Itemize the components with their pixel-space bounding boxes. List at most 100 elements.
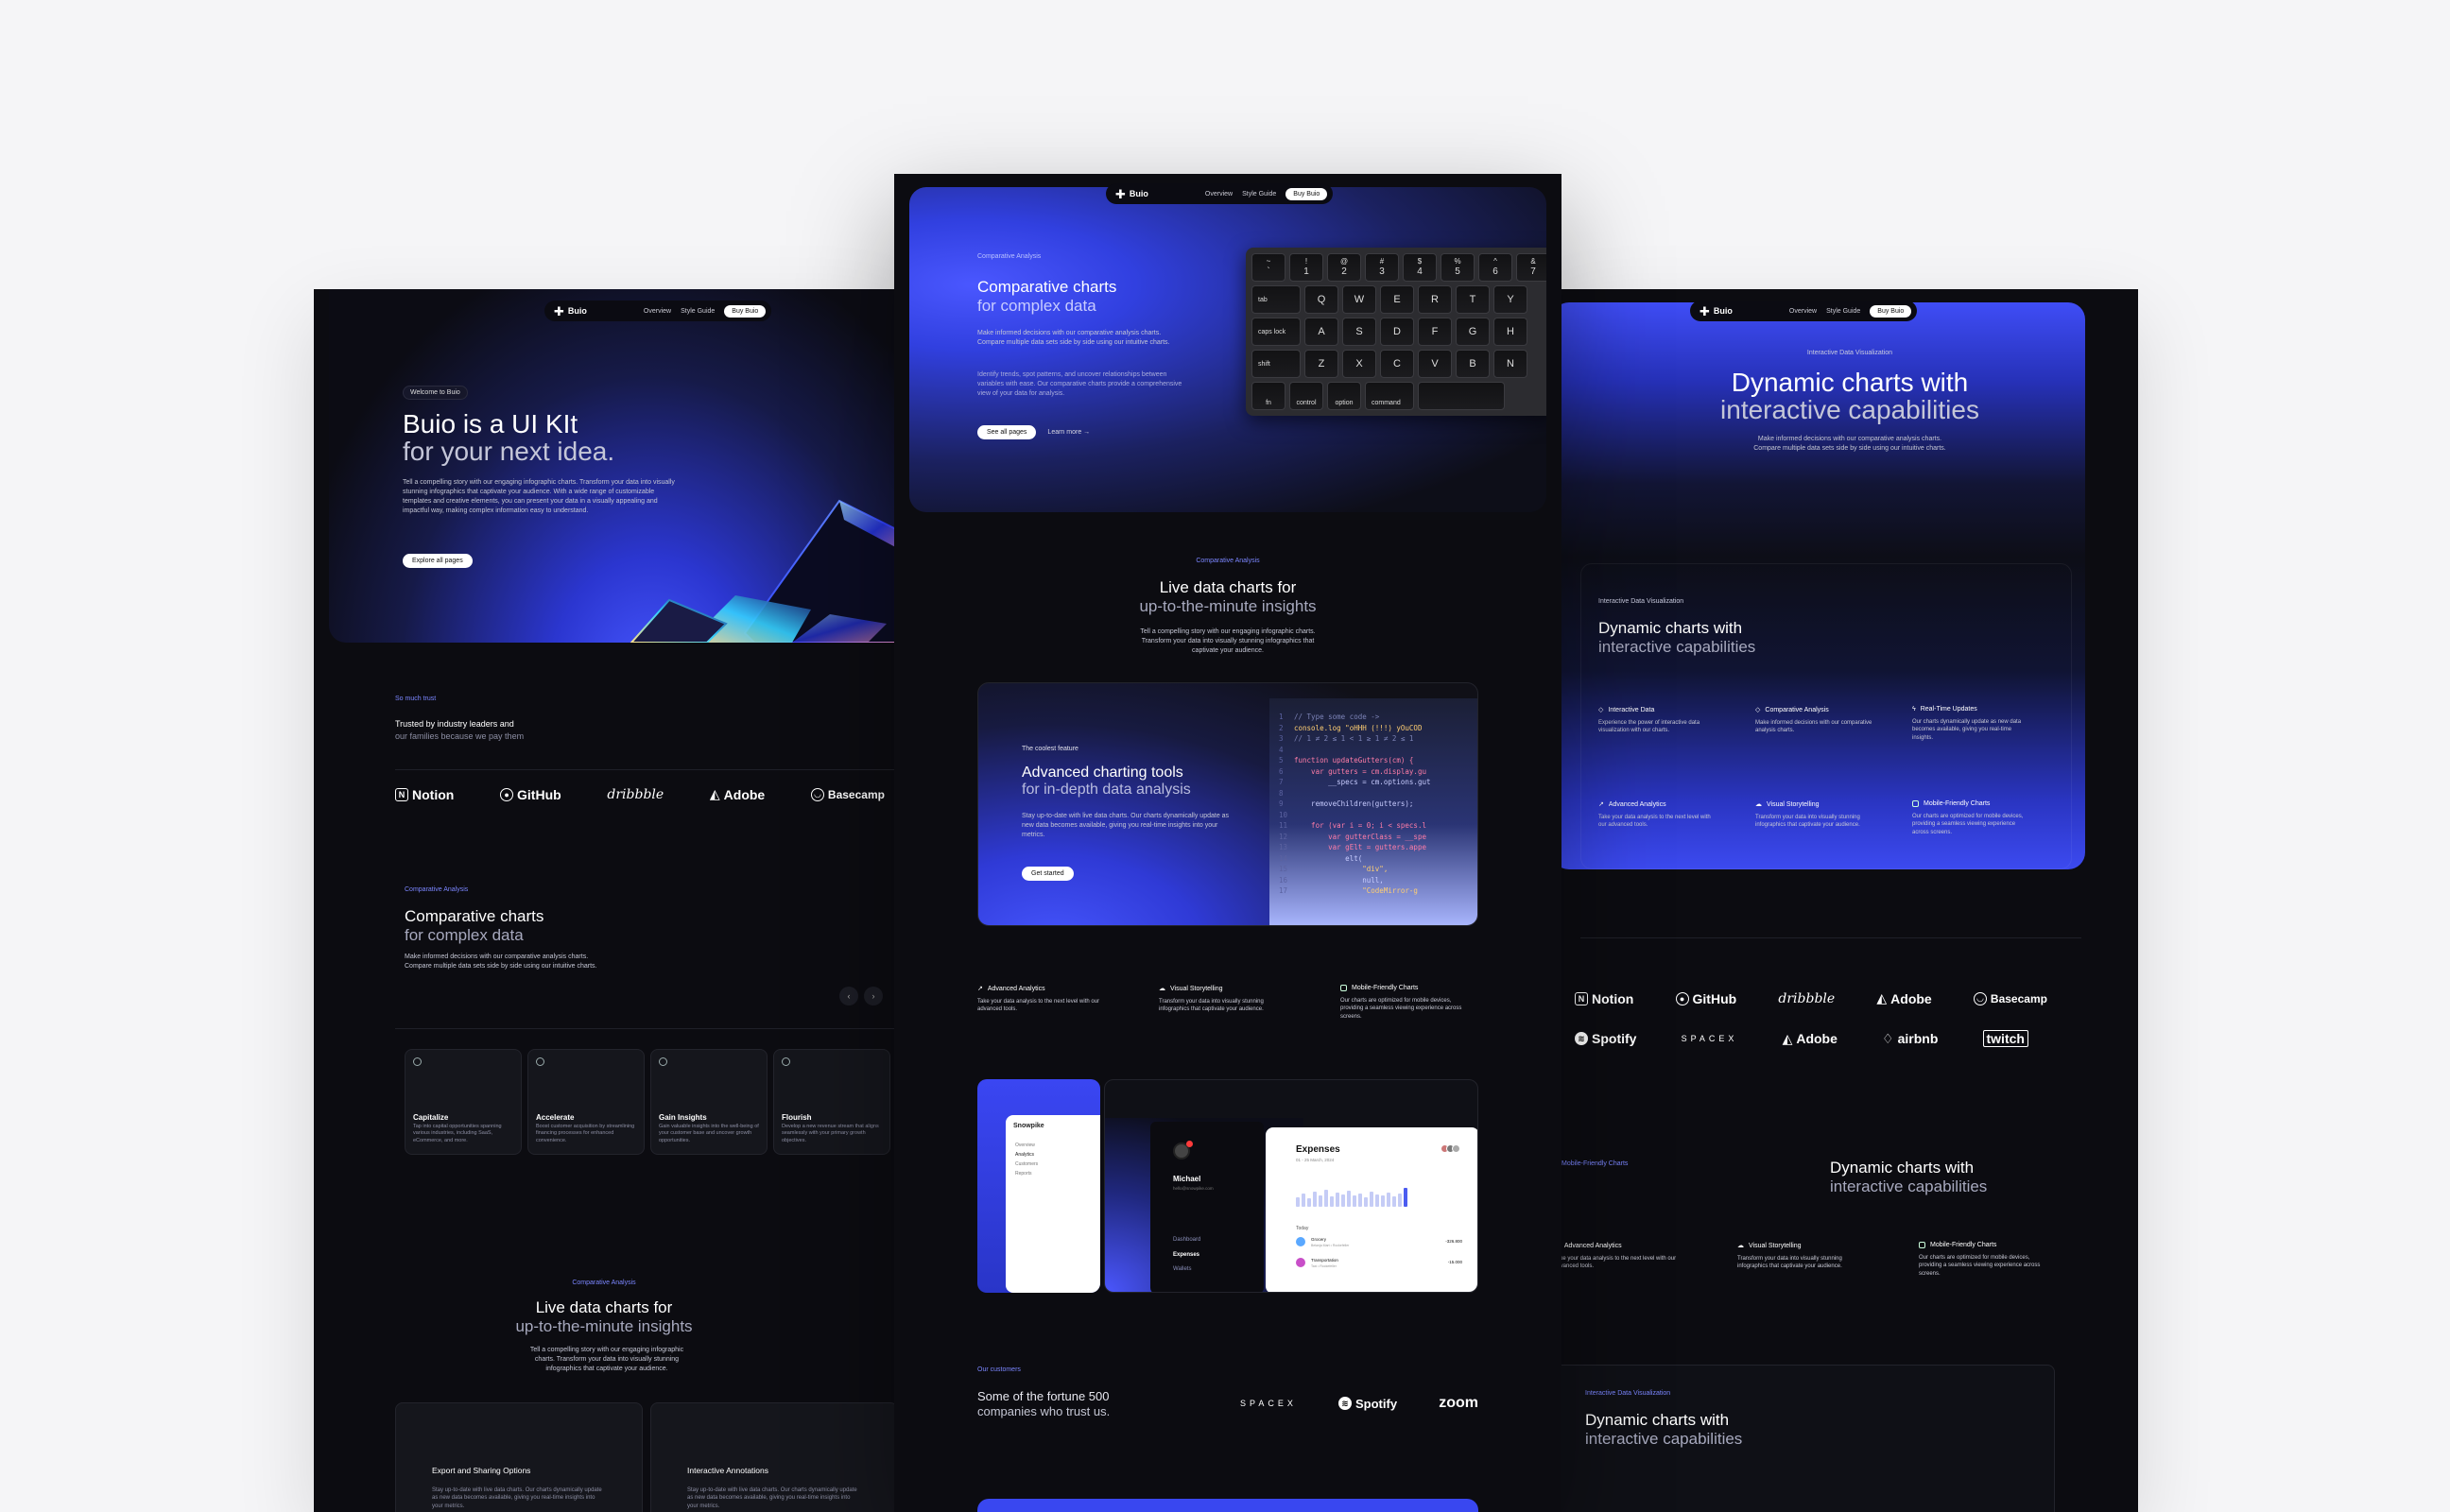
panel-title: Dynamic charts with interactive capabili…: [1598, 619, 1756, 656]
feature-mobile-friendly: Mobile-Friendly Charts Our charts are opt…: [1340, 985, 1462, 1020]
user-nav: Dashboard Expenses Wallets: [1173, 1237, 1201, 1273]
buy-button[interactable]: Buy Buio: [724, 304, 767, 318]
github-logo: ● GitHub: [1675, 991, 1736, 1006]
keyboard-key: T: [1456, 285, 1490, 314]
keyboard-key: Y: [1493, 285, 1527, 314]
right-logo-row-1: N Notion ● GitHub dribbble ◭ Adobe ◡ Basecam…: [1575, 990, 2047, 1006]
live-text: Tell a compelling story with our engagin…: [529, 1347, 684, 1373]
left-screenshot: ✚ Buio Overview Style Guide Buy Buio Welc…: [314, 289, 894, 1512]
notion-logo: N Notion: [395, 787, 454, 802]
keyboard-key: @2: [1327, 253, 1361, 282]
hero-text: Tell a compelling story with our engagin…: [403, 479, 675, 515]
keyboard-key: H: [1493, 318, 1527, 346]
buy-button[interactable]: Buy Buio: [1870, 304, 1912, 318]
feature-mobile-friendly: Mobile-Friendly Charts Our charts are opt…: [1912, 800, 2024, 835]
divider: [1580, 937, 2081, 938]
brand-logo[interactable]: ✚ Buio: [554, 305, 587, 318]
lightning-icon: ϟ: [1912, 706, 1916, 713]
chart-icon: ↗: [977, 986, 983, 992]
prev-arrow-icon[interactable]: ‹: [839, 987, 858, 1005]
center-nav: ✚ Buio Overview Style Guide Buy Buio: [1106, 183, 1334, 204]
card-flourish[interactable]: Flourish Develop a new revenue stream tha…: [773, 1049, 890, 1155]
bottom-title: Dynamic charts with interactive capabili…: [1585, 1411, 1743, 1448]
keyboard-key: caps lock: [1251, 318, 1301, 346]
left-nav: ✚ Buio Overview Style Guide Buy Buio: [544, 301, 772, 321]
explore-button[interactable]: Explore all pages: [403, 554, 473, 568]
dribbble-logo: dribbble: [607, 786, 664, 802]
showcase-dark-panel: Michael hello@snowpike.com Dashboard Exp…: [1104, 1079, 1478, 1293]
data-icon: ◇: [1598, 707, 1604, 713]
brand-logo[interactable]: ✚ Buio: [1699, 305, 1733, 318]
app-menu: Overview Analytics Customers Reports: [1015, 1143, 1039, 1177]
compare-icon: ◇: [1755, 707, 1761, 713]
plus-icon: ✚: [1699, 303, 1710, 318]
basecamp-logo: ◡ Basecamp: [810, 787, 885, 801]
keyboard-key: Q: [1304, 285, 1338, 314]
feature-comparative: ◇ Comparative Analysis Make informed decis…: [1755, 706, 1872, 734]
bottom-blue-panel: [977, 1499, 1478, 1512]
nav-style-guide[interactable]: Style Guide: [1242, 191, 1276, 198]
next-arrow-icon[interactable]: ›: [864, 987, 883, 1005]
hero-eyebrow: Comparative Analysis: [977, 253, 1042, 260]
nav-overview[interactable]: Overview: [1789, 308, 1817, 315]
keyboard-key: ^ 6: [1478, 253, 1512, 282]
keyboard-key: #3: [1365, 253, 1399, 282]
trust-eyebrow: So much trust: [395, 696, 437, 702]
card-gain-insights[interactable]: Gain Insights Gain valuable insights into…: [650, 1049, 768, 1155]
spacex-logo: SPACEX: [1240, 1399, 1297, 1408]
live-text: Tell a compelling story with our engagin…: [1140, 628, 1316, 655]
expense-bar: [1330, 1196, 1334, 1207]
card-icon: [782, 1057, 790, 1066]
showcase-blue-panel: Snowpike Overview Analytics Customers Re…: [977, 1079, 1100, 1293]
nav-style-guide[interactable]: Style Guide: [681, 308, 715, 315]
card-accelerate[interactable]: Accelerate Boost customer acquisition by …: [527, 1049, 645, 1155]
see-all-pages-button[interactable]: See all pages: [977, 425, 1037, 439]
right-screenshot: ✚ Buio Overview Style Guide Buy Buio Inte…: [1561, 289, 2138, 1512]
user-sidebar-mock: Michael hello@snowpike.com Dashboard Exp…: [1150, 1122, 1264, 1292]
export-card: Export and Sharing Options Stay up-to-da…: [395, 1402, 643, 1512]
keyboard-key: option: [1327, 382, 1361, 410]
center-hero: Comparative Analysis Comparative charts …: [909, 187, 1546, 512]
brand-logo[interactable]: ✚ Buio: [1115, 188, 1148, 200]
panel-eyebrow: Interactive Data Visualization: [1598, 598, 1684, 605]
keyboard-key: D: [1380, 318, 1414, 346]
expense-bar: [1387, 1193, 1390, 1207]
nav-overview[interactable]: Overview: [644, 308, 671, 315]
dribbble-logo: dribbble: [1778, 990, 1836, 1006]
feature-interactive-data: ◇ Interactive Data Experience the power of…: [1598, 706, 1700, 734]
expense-bar: [1319, 1195, 1322, 1207]
features-panel: Interactive Data Visualization Dynamic c…: [1580, 563, 2072, 869]
hero-subtitle: for your next idea.: [403, 437, 615, 467]
feature-visual-storytelling: ☁ Visual Storytelling Transform your data …: [1159, 985, 1264, 1013]
code-line: 10: [1279, 810, 1288, 819]
cloud-icon: ☁: [1755, 801, 1762, 808]
expense-bar: [1336, 1193, 1339, 1207]
keyboard-key: shift: [1251, 350, 1301, 378]
spotify-logo: ≋ Spotify: [1575, 1031, 1636, 1046]
expense-bar: [1404, 1188, 1407, 1207]
mobile-eyebrow: Mobile-Friendly Charts: [1561, 1160, 1629, 1167]
get-started-button[interactable]: Get started: [1022, 867, 1074, 881]
mobile-icon: [1340, 985, 1347, 991]
nav-style-guide[interactable]: Style Guide: [1826, 308, 1860, 315]
expense-bar: [1392, 1196, 1396, 1207]
buy-button[interactable]: Buy Buio: [1285, 187, 1328, 200]
hero-eyebrow: Interactive Data Visualization: [1806, 350, 1893, 356]
customer-logo-row: SPACEX ≋ Spotify zoom: [1240, 1395, 1478, 1412]
keyboard-key: S: [1342, 318, 1376, 346]
learn-more-link[interactable]: Learn more →: [1047, 429, 1090, 436]
divider: [395, 1028, 894, 1029]
expense-bar: [1381, 1195, 1385, 1207]
nav-overview[interactable]: Overview: [1205, 191, 1233, 198]
feature-eyebrow: The coolest feature: [1022, 746, 1078, 752]
code-line: 13 var gElt = gutters.appe: [1279, 843, 1426, 851]
card-capitalize[interactable]: Capitalize Tap into capital opportunities…: [405, 1049, 522, 1155]
feature-visual-storytelling: ☁ Visual Storytelling Transform your data …: [1737, 1242, 1842, 1270]
spacex-logo: SPACEX: [1681, 1034, 1738, 1043]
airbnb-logo: ♢ airbnb: [1882, 1030, 1939, 1047]
expense-bar: [1347, 1191, 1351, 1207]
code-line: 5 function updateGutters(cm) {: [1279, 756, 1414, 765]
keyboard-key: W: [1342, 285, 1376, 314]
expense-bar: [1358, 1194, 1362, 1207]
keyboard-row: tab Q W E R T Y: [1251, 285, 1546, 314]
